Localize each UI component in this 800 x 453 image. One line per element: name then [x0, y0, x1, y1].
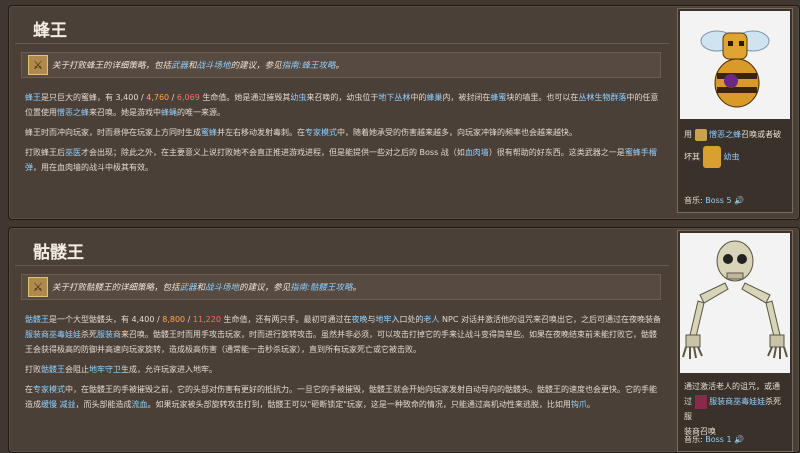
witch-doctor-link[interactable]: 巫医 [65, 148, 81, 157]
expert-hp: 8,800 [162, 315, 186, 324]
arena-link[interactable]: 战斗场地 [197, 59, 231, 71]
queen-bee-infobox: 用 憎恶之蜂召唤或者破 坏其 幼虫 音乐: Boss 5 🔊 [677, 8, 793, 213]
speaker-icon[interactable]: 🔊 [734, 196, 744, 205]
bleeding-link[interactable]: 流血 [132, 400, 148, 409]
guide-icon: ⚔ [28, 55, 48, 75]
old-man-link[interactable]: 老人 [423, 315, 439, 324]
underground-jungle-link[interactable]: 地下丛林 [378, 93, 410, 102]
weapons-link[interactable]: 武器 [180, 281, 197, 293]
queen-bee-link[interactable]: 蜂王 [25, 93, 41, 102]
honey-link[interactable]: 蜂蜜 [490, 93, 506, 102]
queen-bee-strategy-notice: ⚔ 关于打败蜂王的详细策略，包括 武器和战斗场地 的建议，参见 指南:蜂王攻略。 [21, 52, 661, 78]
master-hp: 6,069 [176, 93, 200, 102]
queen-bee-section: 蜂王 ⚔ 关于打败蜂王的详细策略，包括 武器和战斗场地 的建议，参见 指南:蜂王攻略。… [8, 5, 800, 220]
skeletron-sprite-icon [682, 240, 788, 359]
weapons-link[interactable]: 武器 [171, 59, 188, 71]
skeletron-music: 音乐: Boss 1 🔊 [684, 435, 745, 444]
skeletron-content: 骷髅王 ⚔ 关于打败骷髅王的详细策略，包括 武器和战斗场地 的建议，参见 指南:骷髅王… [15, 228, 669, 412]
abeemination-link[interactable]: 憎恶之蜂 [57, 108, 89, 117]
speaker-icon[interactable]: 🔊 [734, 435, 744, 444]
hive-link[interactable]: 蜂巢 [426, 93, 442, 102]
skeletron-link-2[interactable]: 骷髅王 [41, 365, 65, 374]
expert-hp: 4,760 [146, 93, 170, 102]
expert-mode-link[interactable]: 专家模式 [305, 128, 337, 137]
boss-5-music-link[interactable]: Boss 5 [705, 196, 731, 205]
queen-bee-title: 蜂王 [15, 6, 669, 44]
expert-mode-link[interactable]: 专家模式 [33, 385, 65, 394]
skeletron-title: 骷髅王 [15, 228, 669, 266]
arena-link[interactable]: 战斗场地 [205, 281, 239, 293]
guide-icon: ⚔ [28, 277, 48, 297]
larva-icon [702, 146, 721, 168]
queen-bee-image [680, 11, 790, 119]
queen-bee-summon-info: 用 憎恶之蜂召唤或者破 坏其 幼虫 [678, 121, 792, 168]
queen-bee-music: 音乐: Boss 5 🔊 [684, 196, 745, 205]
skeletron-infobox: 通过激活老人的诅咒，或通 过 服装商巫毒娃娃杀死服 装商召唤 音乐: Boss … [677, 230, 793, 452]
larva-info-link[interactable]: 幼虫 [724, 153, 740, 162]
master-hp: 11,220 [192, 315, 221, 324]
clothier-voodoo-doll-link[interactable]: 服装商巫毒娃娃 [25, 330, 81, 339]
abeemination-info-link[interactable]: 憎恶之蜂 [709, 130, 741, 139]
clothier-voodoo-doll-icon [694, 394, 707, 409]
queen-bee-sprite-icon [700, 30, 770, 108]
skeletron-link[interactable]: 骷髅王 [25, 315, 49, 324]
skeletron-paragraph-1: 骷髅王是一个大型骷髅头，有 4,400 / 8,800 / 11,220 生命值… [25, 315, 661, 354]
queen-bee-guide-link[interactable]: 指南:蜂王攻略 [282, 59, 336, 71]
dungeon-link[interactable]: 地牢 [375, 315, 391, 324]
night-link[interactable]: 夜晚 [351, 315, 367, 324]
wall-of-flesh-link[interactable]: 血肉墙 [465, 148, 489, 157]
queen-bee-content: 蜂王 ⚔ 关于打败蜂王的详细策略，包括 武器和战斗场地 的建议，参见 指南:蜂王攻略。… [15, 6, 669, 175]
queen-bee-paragraph-2: 蜂王时而冲向玩家，时而悬停在玩家上方同时生成蜜蜂并左右移动发射毒刺。在专家模式中… [25, 128, 577, 137]
bee-fly-link[interactable]: 蜂蝇 [161, 108, 177, 117]
dungeon-guardian-link[interactable]: 地牢守卫 [89, 365, 121, 374]
queen-bee-paragraph-1: 蜂王是只巨大的蜜蜂，有 3,400 / 4,760 / 6,069 生命值。她是… [25, 93, 659, 117]
grappling-hook-link[interactable]: 钩爪 [571, 400, 587, 409]
skeletron-paragraph-2: 打败骷髅王会阻止地牢守卫生成，允许玩家进入地牢。 [25, 365, 217, 374]
larva-link[interactable]: 幼虫 [290, 93, 306, 102]
abeemination-icon [694, 128, 707, 141]
skeletron-image [680, 233, 790, 373]
jungle-biome-link[interactable]: 丛林生物群落 [578, 93, 626, 102]
clothier-voodoo-doll-info-link[interactable]: 服装商巫毒娃娃 [709, 397, 765, 406]
queen-bee-paragraph-3: 打败蜂王后巫医才会出现；除此之外，在主要意义上说打败她不会直正推进游戏进程，但是… [25, 148, 657, 172]
skeletron-paragraph-3: 在专家模式中，在骷髅王的手被摧毁之前，它的头部对伤害有更好的抵抗力。一旦它的手被… [25, 385, 657, 409]
skeletron-guide-link[interactable]: 指南:骷髅王攻略 [290, 281, 352, 293]
skeletron-strategy-notice: ⚔ 关于打败骷髅王的详细策略，包括 武器和战斗场地 的建议，参见 指南:骷髅王攻略。 [21, 274, 661, 300]
skeletron-section: 骷髅王 ⚔ 关于打败骷髅王的详细策略，包括 武器和战斗场地 的建议，参见 指南:骷髅王… [8, 227, 800, 453]
slow-link[interactable]: 缓慢 [41, 400, 57, 409]
skeletron-summon-info: 通过激活老人的诅咒，或通 过 服装商巫毒娃娃杀死服 装商召唤 [684, 382, 782, 436]
bee-link[interactable]: 蜜蜂 [201, 128, 217, 137]
boss-1-music-link[interactable]: Boss 1 [705, 435, 731, 444]
debuff-link[interactable]: 减益 [60, 400, 76, 409]
clothier-link[interactable]: 服装商 [97, 330, 121, 339]
